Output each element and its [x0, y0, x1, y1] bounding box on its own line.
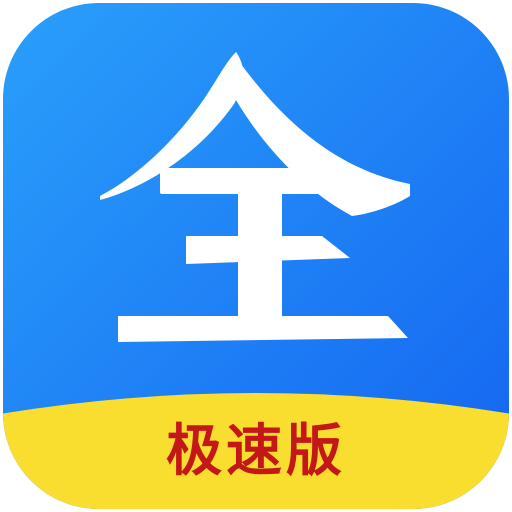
badge-label-text: 极速版: [166, 419, 346, 484]
app-icon[interactable]: 极速版: [0, 0, 512, 512]
